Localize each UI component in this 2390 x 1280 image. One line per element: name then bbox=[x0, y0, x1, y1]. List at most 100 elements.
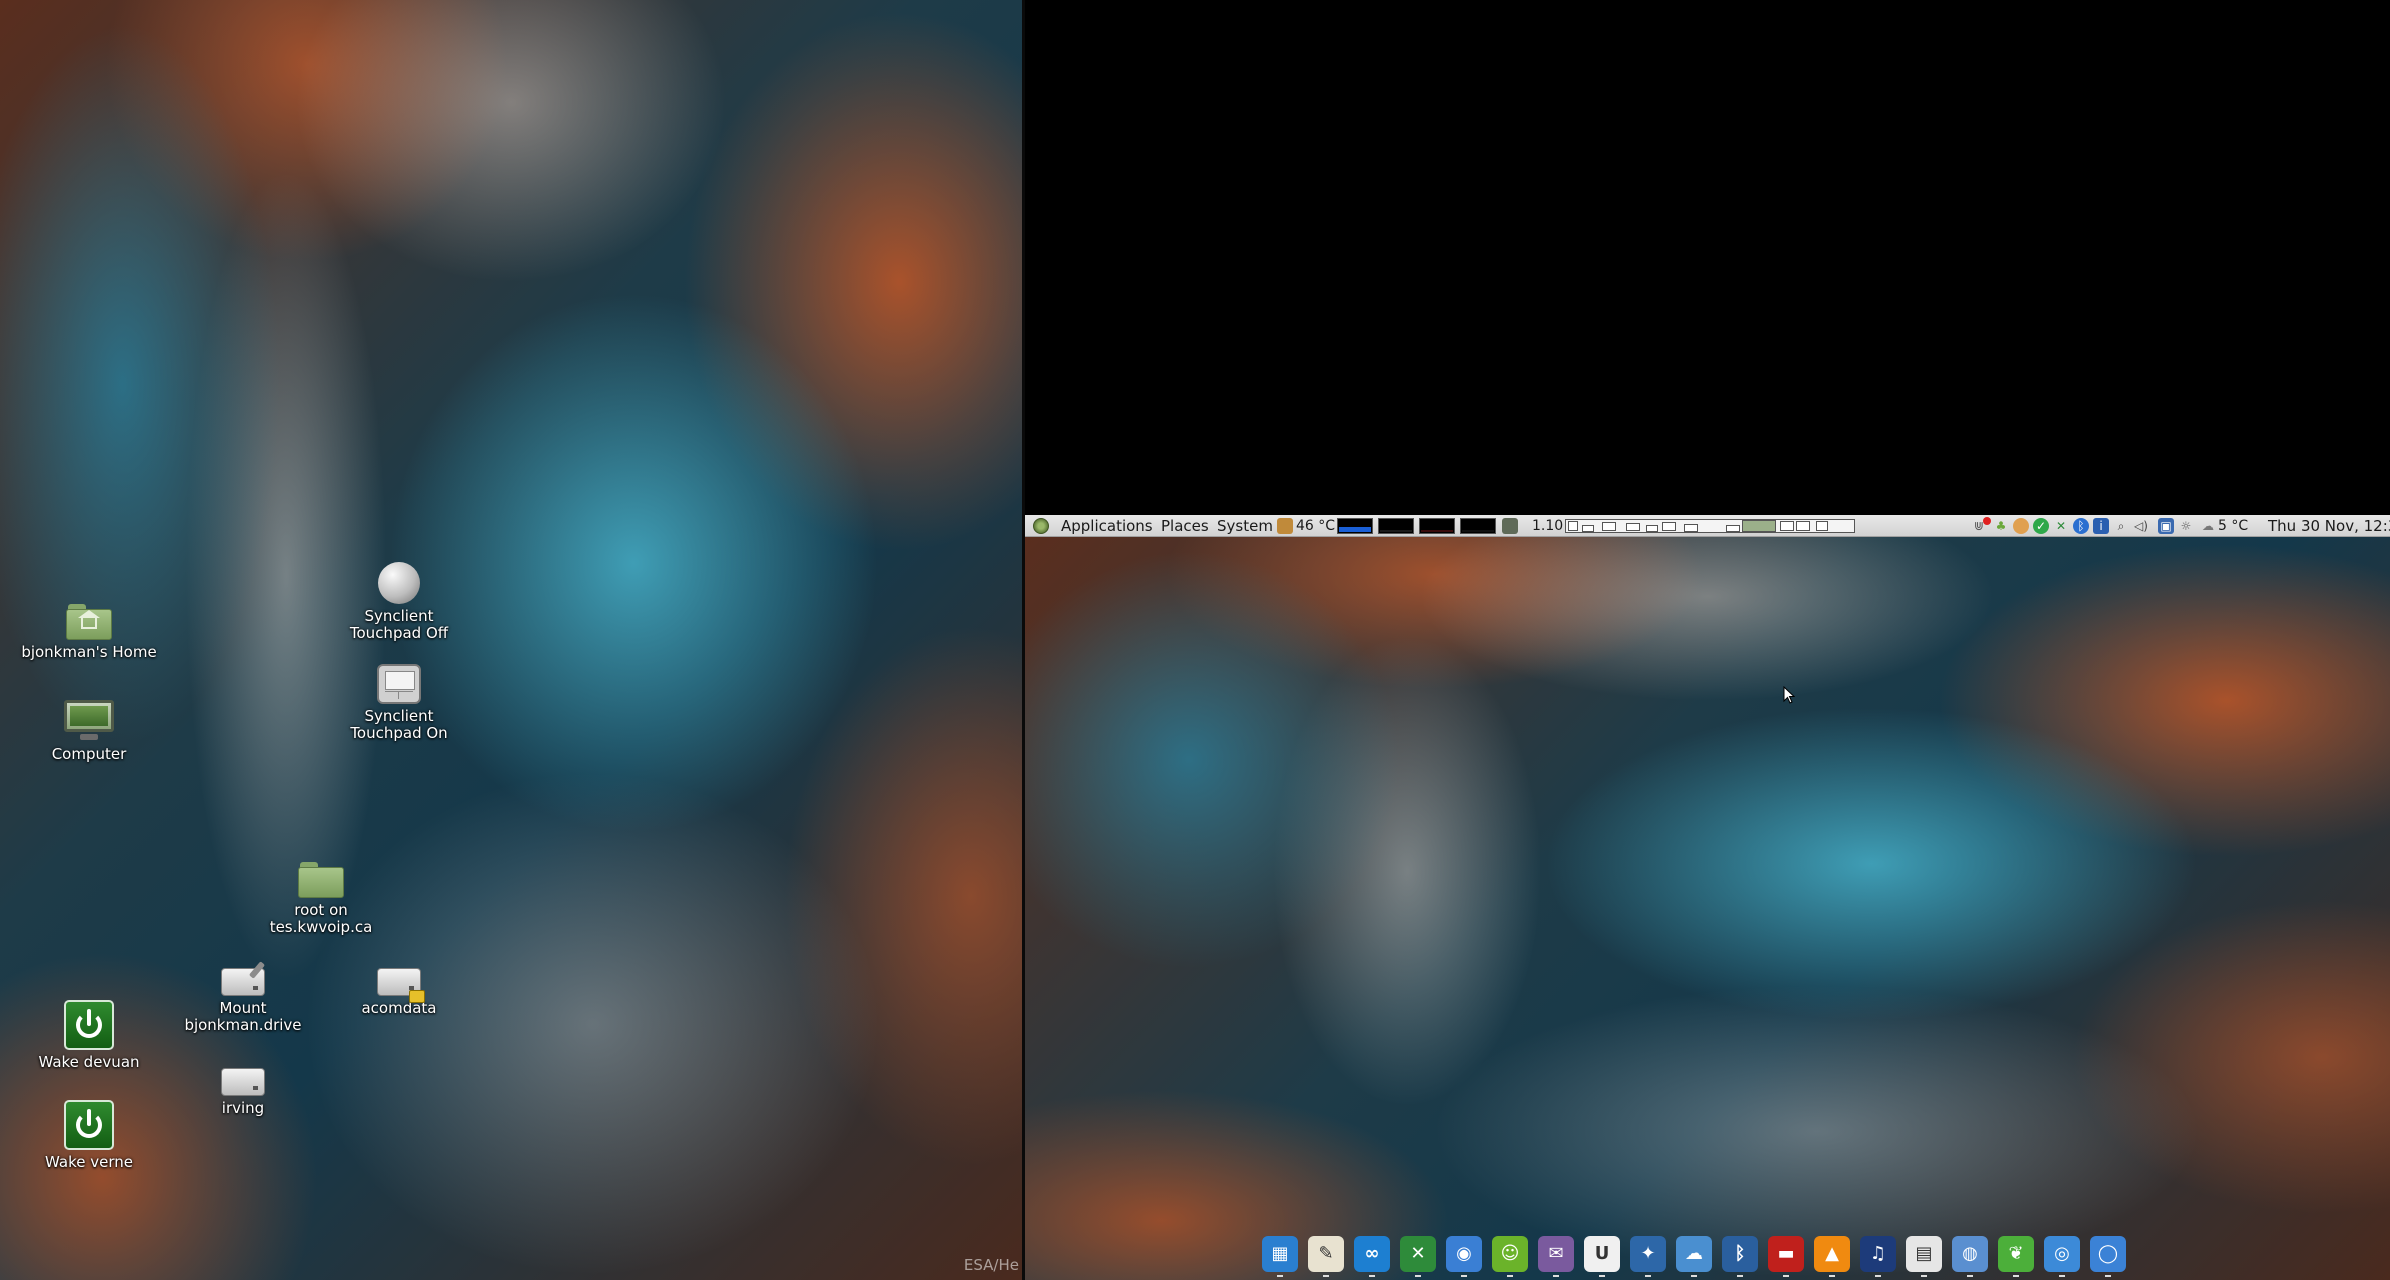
load-average: 1.10 bbox=[1532, 518, 1564, 534]
running-indicator bbox=[1277, 1275, 1283, 1277]
nextcloud-icon[interactable]: ∞ bbox=[1354, 1236, 1390, 1277]
running-indicator bbox=[1967, 1275, 1973, 1277]
thunderbird-icon[interactable]: ◉ bbox=[1446, 1236, 1482, 1277]
running-indicator bbox=[1599, 1275, 1605, 1277]
audio-player-icon[interactable]: ♫ bbox=[1860, 1236, 1896, 1277]
running-indicator bbox=[1645, 1275, 1651, 1277]
running-indicator bbox=[2013, 1275, 2019, 1277]
desktop-icon-label: Wake devuan bbox=[38, 1053, 140, 1071]
running-indicator bbox=[1507, 1275, 1513, 1277]
running-indicator bbox=[1737, 1275, 1743, 1277]
running-indicator bbox=[1921, 1275, 1927, 1277]
desktop-icon-touchpad-off[interactable]: Synclient Touchpad Off bbox=[324, 562, 474, 642]
weather-icon[interactable]: ☁ bbox=[2200, 518, 2216, 534]
desktop-icon-label: Mount bjonkman.drive bbox=[184, 999, 302, 1034]
system-load-icon[interactable] bbox=[1502, 518, 1518, 534]
clipboard-icon[interactable]: ▣ bbox=[2158, 518, 2174, 534]
info-icon[interactable]: i bbox=[2093, 518, 2109, 534]
power-icon bbox=[64, 1100, 114, 1150]
package-icon[interactable] bbox=[2013, 518, 2029, 534]
pidgin-icon[interactable]: ✉ bbox=[1538, 1236, 1574, 1277]
contacts-icon[interactable]: ☺ bbox=[1492, 1236, 1528, 1277]
globe-icon[interactable]: ◍ bbox=[1952, 1236, 1988, 1277]
settings-tools-icon[interactable]: ✕ bbox=[1400, 1236, 1436, 1277]
vlc-icon[interactable]: ▲ bbox=[1814, 1236, 1850, 1277]
checkmark-icon[interactable]: ✓ bbox=[2033, 518, 2049, 534]
running-indicator bbox=[1829, 1275, 1835, 1277]
desktop-icon-label: root on tes.kwvoip.ca bbox=[269, 901, 373, 936]
locked-drive-icon bbox=[377, 968, 425, 1003]
memory-monitor-graph[interactable] bbox=[1378, 518, 1414, 534]
desktop-icon-computer[interactable]: Computer bbox=[14, 700, 164, 763]
desktop-icon-mount-drive[interactable]: Mount bjonkman.drive bbox=[168, 958, 318, 1034]
application-dock: ▦ ✎ ∞ ✕ ◉ ☺ ✉ U ✦ ☁ ᛒ ▬ ▲ ♫ ▤ ◍ ❦ ◎ ◯ bbox=[1262, 1236, 2142, 1277]
workspace-switcher[interactable] bbox=[1565, 519, 1855, 533]
desktop-icon-label: acomdata bbox=[361, 999, 437, 1017]
running-indicator bbox=[1691, 1275, 1697, 1277]
desktop-icon-touchpad-on[interactable]: Synclient Touchpad On bbox=[324, 664, 474, 742]
running-indicator bbox=[2059, 1275, 2065, 1277]
menu-system[interactable]: System bbox=[1217, 515, 1273, 537]
right-screen-black-area bbox=[1025, 0, 2390, 515]
touchpad-icon bbox=[377, 664, 421, 704]
computer-icon bbox=[64, 700, 114, 742]
menu-applications[interactable]: Applications bbox=[1061, 515, 1153, 537]
running-indicator bbox=[1783, 1275, 1789, 1277]
desktop-icon-label: Wake verne bbox=[45, 1153, 133, 1171]
bluetooth-app-icon[interactable]: ᛒ bbox=[1722, 1236, 1758, 1277]
desktop-icon-label: irving bbox=[221, 1099, 265, 1117]
power-icon bbox=[64, 1000, 114, 1050]
running-indicator bbox=[1461, 1275, 1467, 1277]
sphere-icon bbox=[378, 562, 420, 604]
web-browser-icon[interactable]: ◎ bbox=[2044, 1236, 2080, 1277]
bluetooth-icon[interactable]: ᛒ bbox=[2073, 518, 2089, 534]
desktop-icon-root-tes[interactable]: root on tes.kwvoip.ca bbox=[246, 858, 396, 936]
desktop-icon-label: Computer bbox=[51, 745, 127, 763]
menu-places[interactable]: Places bbox=[1161, 515, 1209, 537]
folder-icon bbox=[298, 862, 344, 898]
desktop-icon-irving[interactable]: irving bbox=[168, 1058, 318, 1117]
top-panel: Applications Places System 46 °C 1.10 ⋓ … bbox=[1025, 515, 2390, 537]
desktop-icon-label: Synclient Touchpad Off bbox=[349, 607, 449, 642]
desktop-icon-wake-devuan[interactable]: Wake devuan bbox=[14, 1000, 164, 1071]
main-menu-logo-icon[interactable] bbox=[1033, 518, 1049, 534]
cpu-monitor-graph[interactable] bbox=[1337, 518, 1373, 534]
temperature-sensor-icon[interactable] bbox=[1277, 518, 1293, 534]
desktop-icon-home[interactable]: bjonkman's Home bbox=[14, 600, 164, 661]
volume-icon[interactable]: ◁) bbox=[2133, 518, 2149, 534]
home-folder-icon bbox=[66, 604, 112, 640]
desktop-icon-acomdata[interactable]: acomdata bbox=[324, 958, 474, 1017]
running-indicator bbox=[1323, 1275, 1329, 1277]
drive-mount-icon bbox=[221, 961, 266, 996]
notification-icon[interactable] bbox=[1983, 517, 1991, 525]
brightness-icon[interactable]: ☼ bbox=[2178, 518, 2194, 534]
document-icon[interactable]: ▤ bbox=[1906, 1236, 1942, 1277]
running-indicator bbox=[1553, 1275, 1559, 1277]
disk-monitor-graph[interactable] bbox=[1460, 518, 1496, 534]
bird-client-icon[interactable]: ✦ bbox=[1630, 1236, 1666, 1277]
unity-u-icon[interactable]: U bbox=[1584, 1236, 1620, 1277]
magnifier-icon[interactable]: ⌕ bbox=[2113, 518, 2129, 534]
right-desktop-wallpaper bbox=[1025, 537, 2390, 1280]
tools-icon[interactable]: ✕ bbox=[2053, 518, 2069, 534]
running-indicator bbox=[2105, 1275, 2111, 1277]
network-monitor-graph[interactable] bbox=[1419, 518, 1455, 534]
desktop-icon-wake-verne[interactable]: Wake verne bbox=[14, 1100, 164, 1171]
weather-temperature[interactable]: 5 °C bbox=[2218, 515, 2248, 537]
running-indicator bbox=[1415, 1275, 1421, 1277]
cloud-mail-icon[interactable]: ☁ bbox=[1676, 1236, 1712, 1277]
desktop-icon-label: bjonkman's Home bbox=[21, 643, 157, 661]
wallpaper-credit: ESA/He bbox=[963, 1256, 1019, 1274]
desktop-icon-label: Synclient Touchpad On bbox=[350, 707, 448, 742]
cpu-temperature: 46 °C bbox=[1296, 518, 1336, 534]
network-icon[interactable]: ♣ bbox=[1993, 518, 2009, 534]
chromium-icon[interactable]: ◯ bbox=[2090, 1236, 2126, 1277]
leaf-icon[interactable]: ❦ bbox=[1998, 1236, 2034, 1277]
drive-icon bbox=[221, 1068, 265, 1096]
file-manager-icon[interactable]: ▦ bbox=[1262, 1236, 1298, 1277]
text-editor-icon[interactable]: ✎ bbox=[1308, 1236, 1344, 1277]
running-indicator bbox=[1369, 1275, 1375, 1277]
clock[interactable]: Thu 30 Nov, 12:32 bbox=[2268, 515, 2390, 537]
running-indicator bbox=[1875, 1275, 1881, 1277]
presentation-icon[interactable]: ▬ bbox=[1768, 1236, 1804, 1277]
